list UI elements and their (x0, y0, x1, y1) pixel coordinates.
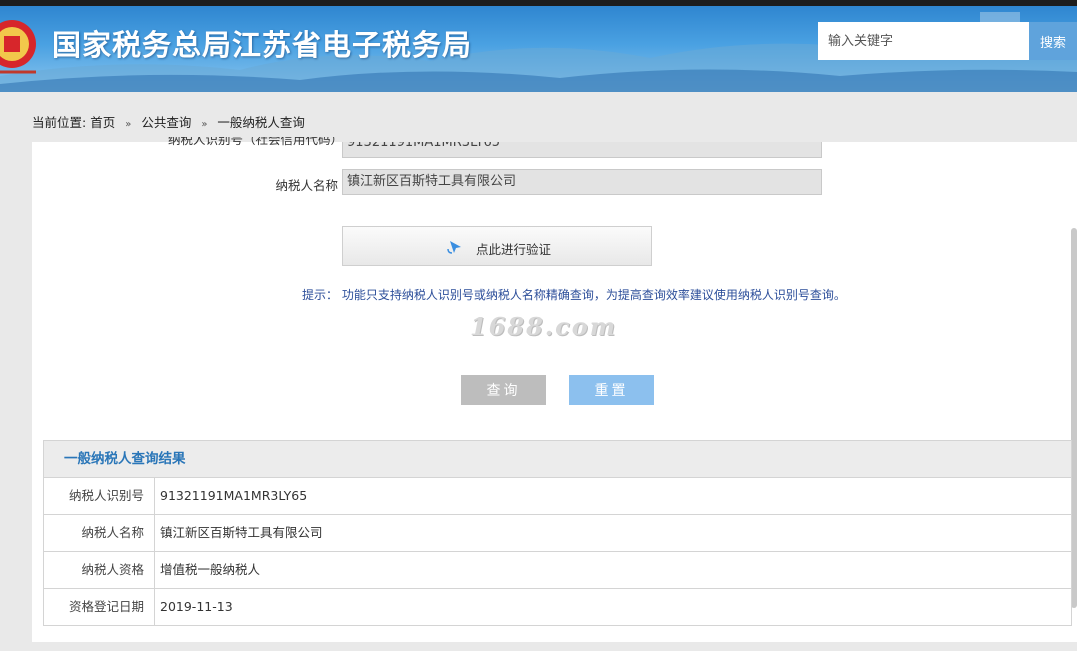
query-hint: 提示： 功能只支持纳税人识别号或纳税人名称精确查询，为提高查询效率建议使用纳税人… (302, 288, 846, 302)
row-value: 镇江新区百斯特工具有限公司 (160, 525, 323, 540)
search-button[interactable]: 搜索 (1029, 22, 1077, 60)
site-title: 国家税务总局江苏省电子税务局 (52, 28, 473, 62)
taxpayer-name-field[interactable]: 镇江新区百斯特工具有限公司 (342, 169, 822, 195)
table-row: 纳税人识别号 91321191MA1MR3LY65 (44, 478, 1071, 515)
table-row: 资格登记日期 2019-11-13 (44, 589, 1071, 625)
results-title: 一般纳税人查询结果 (44, 441, 1071, 478)
watermark: 1688.com (470, 312, 618, 341)
taxpayer-id-label: 纳税人识别号（社会信用代码） (168, 137, 338, 147)
taxpayer-id-field[interactable]: 91321191MA1MR3LY65 (342, 142, 822, 158)
row-label: 资格登记日期 (44, 589, 155, 625)
row-value: 2019-11-13 (160, 599, 233, 614)
site-header: 国家税务总局江苏省电子税务局 搜索 (0, 6, 1077, 92)
breadcrumb-separator: » (201, 119, 208, 130)
cursor-click-icon (447, 241, 461, 254)
verify-button[interactable]: 点此进行验证 (342, 226, 652, 266)
reset-button[interactable]: 重置 (569, 375, 654, 405)
row-label: 纳税人名称 (44, 515, 155, 551)
row-value: 增值税一般纳税人 (160, 562, 261, 577)
row-label: 纳税人识别号 (44, 478, 155, 514)
table-row: 纳税人名称 镇江新区百斯特工具有限公司 (44, 515, 1071, 552)
query-button[interactable]: 查询 (461, 375, 546, 405)
breadcrumb-prefix: 当前位置: (32, 115, 87, 130)
breadcrumb-public-query[interactable]: 公共查询 (141, 115, 191, 130)
table-row: 纳税人资格 增值税一般纳税人 (44, 552, 1071, 589)
row-label: 纳税人资格 (44, 552, 155, 588)
breadcrumb: 当前位置: 首页 » 公共查询 » 一般纳税人查询 (32, 112, 305, 131)
taxpayer-name-label: 纳税人名称 (275, 178, 338, 193)
breadcrumb-current[interactable]: 一般纳税人查询 (217, 115, 305, 130)
tax-emblem-icon (0, 20, 36, 74)
search-input[interactable] (818, 22, 1029, 60)
breadcrumb-separator: » (125, 119, 132, 130)
verify-label: 点此进行验证 (476, 242, 552, 257)
results-table: 一般纳税人查询结果 纳税人识别号 91321191MA1MR3LY65 纳税人名… (43, 440, 1072, 626)
breadcrumb-home[interactable]: 首页 (90, 115, 115, 130)
row-value: 91321191MA1MR3LY65 (160, 488, 308, 503)
